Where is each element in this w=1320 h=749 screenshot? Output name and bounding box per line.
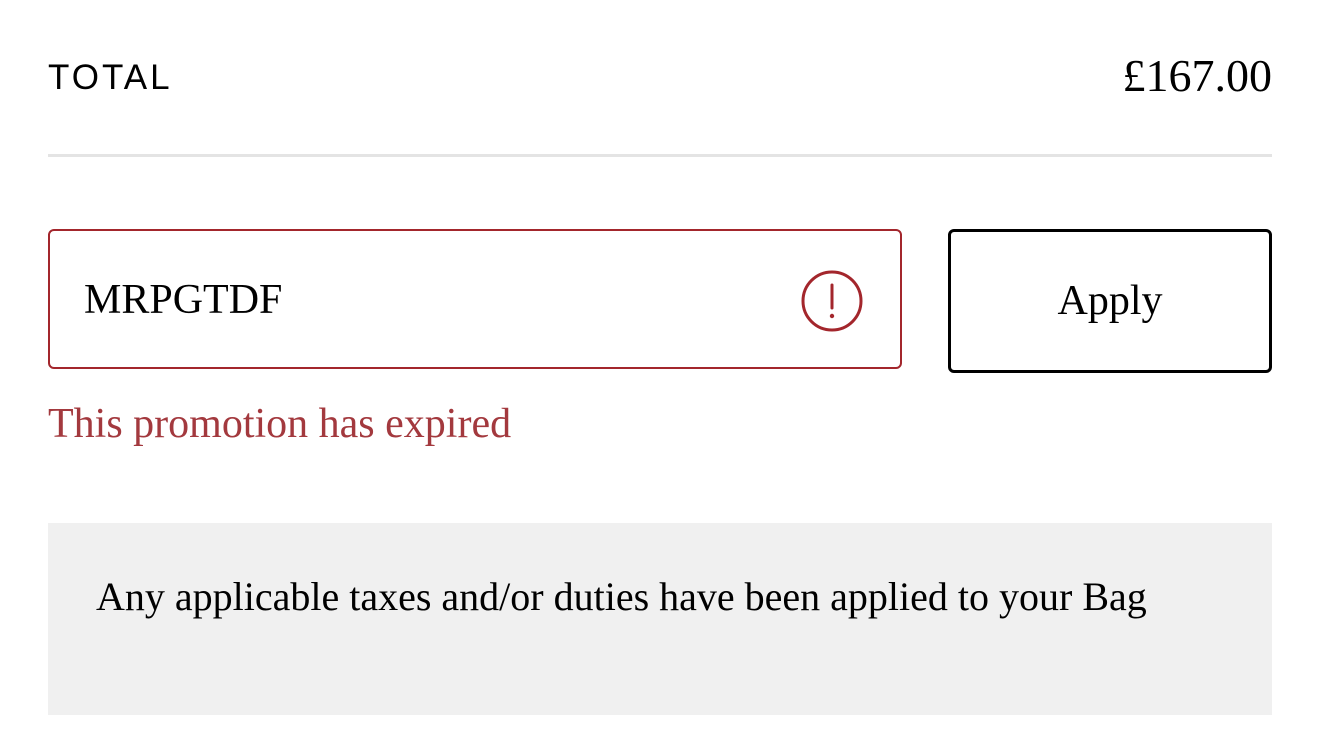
total-value: £167.00 (1122, 50, 1273, 101)
exclamation-circle-icon (801, 270, 863, 332)
tax-notice-text: Any applicable taxes and/or duties have … (96, 574, 1147, 619)
order-total-row: TOTAL £167.00 (48, 40, 1272, 112)
divider (48, 154, 1272, 157)
total-label: TOTAL (48, 58, 173, 97)
promo-code-field (48, 229, 902, 369)
promo-code-input[interactable] (84, 269, 784, 331)
apply-button[interactable]: Apply (948, 229, 1272, 373)
tax-notice-box: Any applicable taxes and/or duties have … (48, 523, 1272, 715)
promo-error-message: This promotion has expired (48, 401, 512, 447)
